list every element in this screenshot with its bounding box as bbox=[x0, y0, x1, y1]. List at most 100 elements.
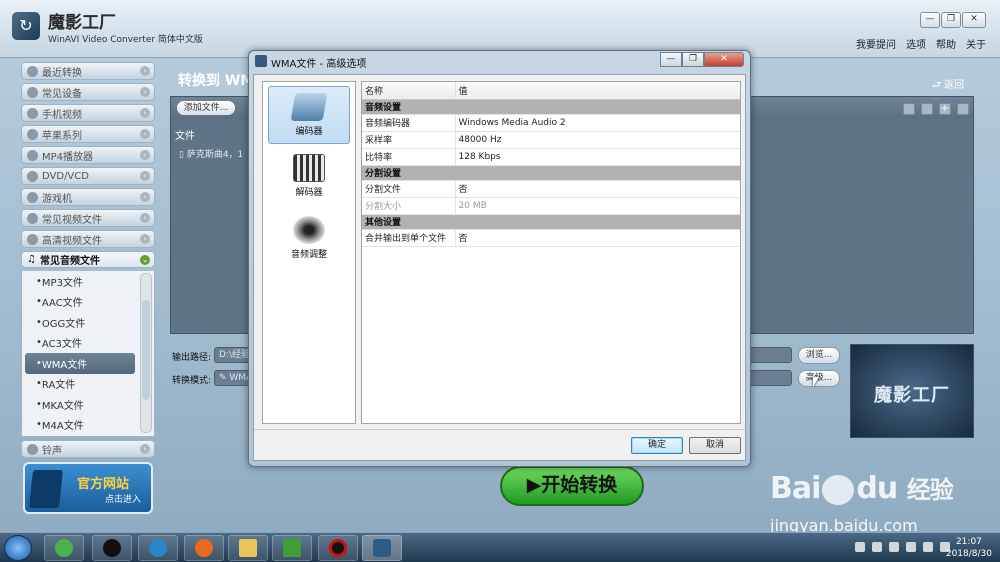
property-value[interactable]: 否 bbox=[455, 229, 740, 247]
format-item[interactable]: • AAC文件 bbox=[22, 292, 134, 313]
table-row[interactable]: 音频编码器 Windows Media Audio 2 bbox=[362, 114, 740, 132]
category-audio-files[interactable]: ♫ 常见音频文件 ⌄ bbox=[21, 251, 155, 268]
format-item[interactable]: • MKA文件 bbox=[22, 394, 134, 415]
taskbar-firefox[interactable] bbox=[184, 535, 224, 561]
chevron-right-icon: › bbox=[140, 192, 150, 202]
table-row[interactable]: ▯ 萨克斯曲4，1 bbox=[179, 147, 243, 160]
advanced-button[interactable]: 高级... bbox=[798, 370, 840, 387]
category-icon bbox=[27, 128, 38, 140]
sidebar-category[interactable]: MP4播放器 › bbox=[21, 146, 155, 164]
audio-format-list: • MP3文件 • AAC文件 • OGG文件 • AC3文件 • WMA文件 • RA文… bbox=[21, 271, 155, 437]
table-row[interactable]: 采样率 48000 Hz bbox=[362, 131, 740, 149]
paw-icon bbox=[822, 474, 855, 505]
sidebar-category[interactable]: 常见设备 › bbox=[21, 83, 155, 101]
category-label: 常见音频文件 bbox=[39, 256, 100, 267]
section-title: 其他设置 bbox=[362, 214, 740, 230]
volume-icon[interactable] bbox=[923, 542, 933, 552]
taskbar-media[interactable] bbox=[138, 535, 178, 561]
format-item[interactable]: • WMA文件 bbox=[25, 353, 135, 374]
sidebar-category[interactable]: 最近转换 › bbox=[21, 62, 155, 80]
close-button[interactable]: ✕ bbox=[962, 12, 986, 28]
dialog-minimize-button[interactable]: — bbox=[660, 52, 682, 67]
link-ask-question[interactable]: 我要提问 bbox=[856, 36, 896, 51]
category-label: 常见视频文件 bbox=[42, 214, 102, 226]
nav-audio-adjust[interactable]: 音频调整 bbox=[268, 210, 350, 268]
file-name: 萨克斯曲4，1 bbox=[186, 150, 244, 160]
format-item[interactable]: • MP3文件 bbox=[22, 271, 134, 292]
keyboard-icon[interactable] bbox=[855, 542, 865, 552]
taskbar-qq[interactable] bbox=[92, 535, 132, 561]
table-row[interactable]: 分割大小 20 MB bbox=[362, 197, 740, 215]
output-path-label: 输出路径: bbox=[172, 353, 212, 363]
format-item[interactable]: • M4A文件 bbox=[22, 415, 134, 436]
property-value[interactable]: 128 Kbps bbox=[455, 148, 740, 166]
browse-button[interactable]: 浏览... bbox=[798, 347, 840, 364]
sidebar-category[interactable]: 铃声 › bbox=[21, 440, 155, 458]
network-icon[interactable] bbox=[906, 542, 916, 552]
category-icon bbox=[27, 212, 38, 224]
taskbar-clock[interactable]: 21:07 2018/8/30 bbox=[946, 536, 992, 560]
property-value[interactable]: 否 bbox=[455, 180, 740, 198]
nav-decoder[interactable]: 解码器 bbox=[268, 148, 350, 206]
category-label: DVD/VCD bbox=[42, 170, 89, 182]
taskbar-winavi[interactable] bbox=[362, 535, 402, 561]
sidebar-category[interactable]: 常见视频文件 › bbox=[21, 209, 155, 227]
advanced-options-dialog: WMA文件 - 高级选项 — ❐ ✕ 编码器 解码器 音频调整 名称 值 音频设… bbox=[248, 50, 751, 467]
format-item[interactable]: • OGG文件 bbox=[22, 312, 134, 333]
scrollbar-thumb[interactable] bbox=[142, 300, 150, 400]
dialog-close-button[interactable]: ✕ bbox=[704, 52, 744, 67]
settings-icon[interactable] bbox=[957, 103, 969, 115]
battery-icon[interactable] bbox=[889, 542, 899, 552]
official-site-banner[interactable]: 官方网站 点击进入 bbox=[23, 462, 153, 514]
add-icon[interactable]: + bbox=[939, 103, 951, 115]
chevron-right-icon: › bbox=[140, 87, 150, 97]
back-button[interactable]: ⮐ 返回 bbox=[932, 76, 964, 95]
property-value[interactable]: Windows Media Audio 2 bbox=[455, 114, 740, 132]
category-icon bbox=[27, 170, 38, 182]
taskbar-explorer[interactable] bbox=[228, 535, 268, 561]
minimize-button[interactable]: — bbox=[920, 12, 940, 28]
dialog-maximize-button[interactable]: ❐ bbox=[682, 52, 704, 67]
conversion-mode-label: 转换模式: bbox=[172, 376, 212, 386]
section-row: 音频设置 bbox=[362, 99, 740, 115]
remove-icon[interactable] bbox=[903, 103, 915, 115]
section-row: 其他设置 bbox=[362, 214, 740, 230]
app-logo-icon: ↻ bbox=[12, 12, 40, 40]
link-options[interactable]: 选项 bbox=[906, 36, 926, 51]
property-value[interactable]: 20 MB bbox=[455, 197, 740, 215]
link-help[interactable]: 帮助 bbox=[936, 36, 956, 51]
category-label: 最近转换 bbox=[42, 67, 82, 79]
link-about[interactable]: 关于 bbox=[966, 36, 986, 51]
taskbar-video-app[interactable] bbox=[272, 535, 312, 561]
sidebar-category[interactable]: DVD/VCD › bbox=[21, 167, 155, 185]
window-controls: — ❐ ✕ bbox=[920, 12, 986, 28]
windows-start-icon[interactable] bbox=[4, 535, 32, 561]
options-nav: 编码器 解码器 音频调整 bbox=[262, 81, 356, 424]
category-icon bbox=[27, 65, 38, 77]
table-row[interactable]: 合并输出到单个文件否 bbox=[362, 229, 740, 247]
property-value[interactable]: 48000 Hz bbox=[455, 131, 740, 149]
flag-icon[interactable] bbox=[872, 542, 882, 552]
speaker-icon bbox=[293, 216, 325, 244]
sidebar-category[interactable]: 苹果系列 › bbox=[21, 125, 155, 143]
nav-encoder[interactable]: 编码器 bbox=[268, 86, 350, 144]
ok-button[interactable]: 确定 bbox=[631, 437, 683, 454]
taskbar-browser-360[interactable] bbox=[44, 535, 84, 561]
list-scrollbar[interactable] bbox=[140, 273, 152, 433]
format-item[interactable]: • RA文件 bbox=[22, 374, 134, 395]
table-row[interactable]: 分割文件否 bbox=[362, 180, 740, 198]
sidebar-category[interactable]: 手机视频 › bbox=[21, 104, 155, 122]
format-item[interactable]: • AC3文件 bbox=[22, 333, 134, 354]
empty-row bbox=[362, 280, 740, 297]
clear-icon[interactable] bbox=[921, 103, 933, 115]
maximize-button[interactable]: ❐ bbox=[941, 12, 961, 28]
add-file-button[interactable]: 添加文件... bbox=[177, 101, 235, 115]
start-convert-button[interactable]: ▶开始转换 bbox=[500, 466, 644, 506]
video-app-icon bbox=[283, 539, 301, 557]
empty-row bbox=[362, 314, 740, 331]
table-row[interactable]: 比特率 128 Kbps bbox=[362, 148, 740, 166]
taskbar-recorder[interactable] bbox=[318, 535, 358, 561]
sidebar-category[interactable]: 游戏机 › bbox=[21, 188, 155, 206]
sidebar-category[interactable]: 高清视频文件 › bbox=[21, 230, 155, 248]
cancel-button[interactable]: 取消 bbox=[689, 437, 741, 454]
